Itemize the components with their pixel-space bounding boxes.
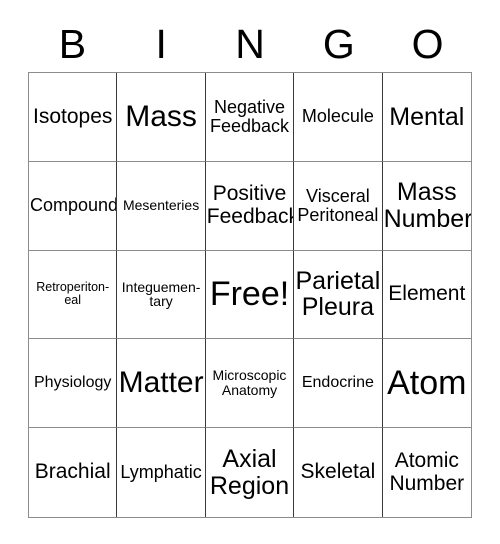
- bingo-cell-label: Microscopic Anatomy: [212, 367, 287, 399]
- bingo-cell-r1-c2[interactable]: Mass: [117, 73, 206, 162]
- bingo-cell-r5-c1[interactable]: Brachial: [29, 428, 118, 517]
- bingo-cell-label: Physiology: [34, 373, 112, 391]
- bingo-header-letter-n: N: [235, 20, 265, 67]
- bingo-cell-label: Mental: [389, 102, 465, 131]
- bingo-cell-r1-c1[interactable]: Isotopes: [29, 73, 118, 162]
- bingo-cell-label: Mass Number: [383, 178, 471, 233]
- bingo-header-letter-o: O: [411, 20, 444, 67]
- bingo-cell-r5-c4[interactable]: Skeletal: [294, 428, 383, 517]
- bingo-cell-label: Molecule: [301, 106, 374, 127]
- bingo-cell-r3-c4[interactable]: Parietal Pleura: [294, 250, 383, 340]
- bingo-cell-r4-c4[interactable]: Endocrine: [294, 339, 383, 429]
- bingo-cell-r4-c1[interactable]: Physiology: [29, 339, 118, 429]
- bingo-cell-label: Negative Feedback: [209, 96, 290, 136]
- bingo-cell-label: Mesenteries: [122, 197, 200, 214]
- bingo-cell-label: Integuemen- tary: [121, 278, 201, 310]
- bingo-cell-r3-c1[interactable]: Retroperiton- eal: [29, 250, 118, 340]
- bingo-cell-r2-c3[interactable]: Positive Feedback: [205, 161, 295, 251]
- bingo-cell-r2-c2[interactable]: Mesenteries: [117, 161, 206, 251]
- bingo-cell-label: Brachial: [34, 460, 111, 484]
- bingo-cell-r1-c4[interactable]: Molecule: [294, 73, 383, 162]
- bingo-card: B I N G O Isotopes Mass Negative Feedback Molec…: [0, 0, 500, 544]
- bingo-cell-label: Endocrine: [301, 373, 374, 391]
- bingo-cell-label: Atom: [387, 364, 467, 403]
- bingo-cell-r5-c5[interactable]: Atomic Number: [382, 428, 471, 517]
- bingo-cell-r2-c5[interactable]: Mass Number: [382, 161, 471, 251]
- bingo-cell-label: Isotopes: [33, 104, 113, 128]
- bingo-cell-r1-c3[interactable]: Negative Feedback: [205, 73, 295, 162]
- bingo-header-letter-g: G: [322, 20, 355, 67]
- bingo-header-letter-b: B: [58, 20, 87, 67]
- bingo-grid: Isotopes Mass Negative Feedback Molecule Men…: [28, 72, 472, 518]
- bingo-cell-r5-c3[interactable]: Axial Region: [205, 428, 295, 517]
- bingo-cell-label: Lymphatic: [120, 462, 202, 483]
- bingo-cell-r3-c5[interactable]: Element: [382, 250, 471, 340]
- bingo-cell-r2-c1[interactable]: Compound: [29, 161, 118, 251]
- bingo-header-letter-i: I: [155, 20, 167, 67]
- bingo-cell-label: Compound: [30, 195, 118, 216]
- bingo-cell-label: Parietal Pleura: [295, 266, 381, 322]
- bingo-cell-label: Visceral Peritoneal: [297, 185, 379, 225]
- bingo-cell-label: Atomic Number: [389, 449, 465, 495]
- bingo-cell-label: Axial Region: [209, 445, 290, 500]
- bingo-cell-label: Matter: [118, 366, 204, 400]
- bingo-cell-r2-c4[interactable]: Visceral Peritoneal: [294, 161, 383, 251]
- bingo-cell-label: Positive Feedback: [206, 182, 295, 228]
- bingo-cell-r5-c2[interactable]: Lymphatic: [117, 428, 206, 517]
- bingo-cell-label: Element: [388, 282, 466, 306]
- bingo-cell-label: Retroperiton- eal: [36, 280, 110, 308]
- bingo-cell-r3-c2[interactable]: Integuemen- tary: [117, 250, 206, 340]
- bingo-cell-r4-c5[interactable]: Atom: [382, 339, 471, 429]
- bingo-cell-r4-c3[interactable]: Microscopic Anatomy: [205, 339, 295, 429]
- bingo-cell-label: Mass: [125, 100, 197, 133]
- bingo-header-row: BINGO: [28, 18, 472, 70]
- bingo-cell-r4-c2[interactable]: Matter: [117, 339, 206, 429]
- bingo-free-space[interactable]: Free!: [205, 250, 295, 340]
- bingo-cell-label: Free!: [209, 275, 290, 314]
- bingo-cell-r1-c5[interactable]: Mental: [382, 73, 471, 162]
- bingo-cell-label: Skeletal: [300, 460, 376, 484]
